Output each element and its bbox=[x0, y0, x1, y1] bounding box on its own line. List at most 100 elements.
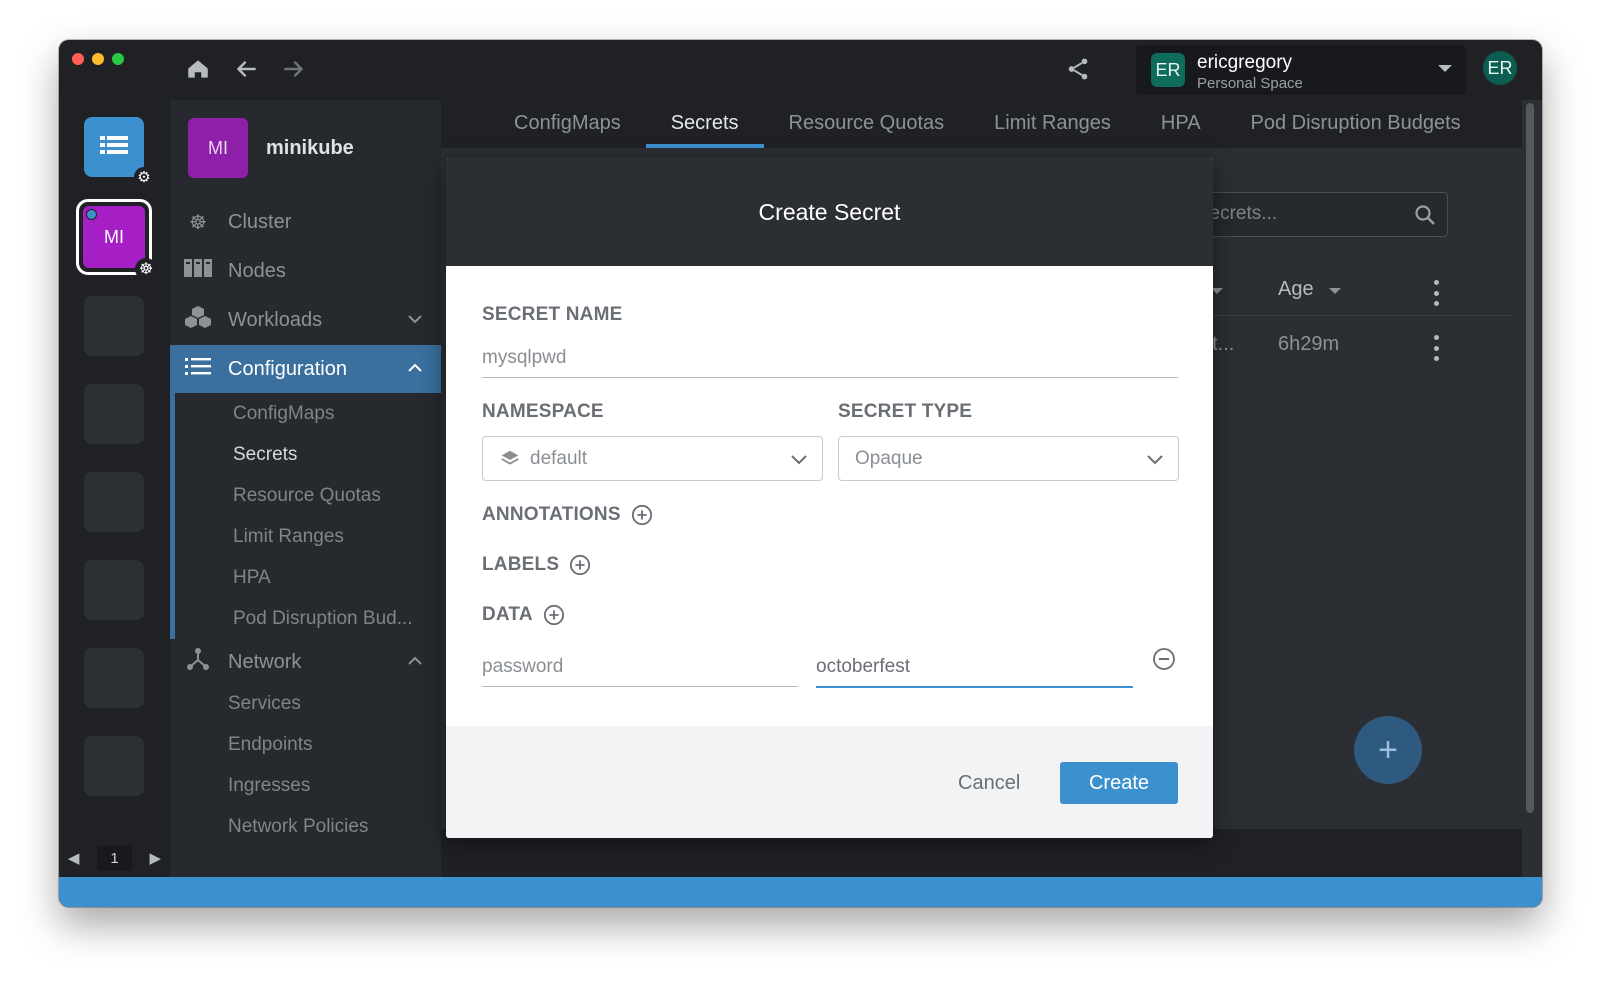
dialog-footer: Cancel Create bbox=[446, 726, 1213, 838]
dialog-title: Create Secret bbox=[446, 158, 1213, 266]
sidebar-item-nodes[interactable]: Nodes bbox=[170, 247, 441, 295]
sidebar-subitem-services[interactable]: Services bbox=[170, 683, 441, 724]
sidebar-item-label: Network bbox=[228, 650, 302, 673]
space-name: ericgregory bbox=[1197, 52, 1293, 73]
search-icon bbox=[1415, 205, 1435, 225]
secret-type-value: Opaque bbox=[855, 447, 923, 469]
maximize-window-button[interactable] bbox=[112, 53, 124, 65]
network-submenu: Services Endpoints Ingresses Network Pol… bbox=[170, 683, 441, 847]
table-cell-age: 6h29m bbox=[1278, 333, 1340, 355]
list-icon bbox=[184, 356, 212, 382]
data-section: DATA bbox=[482, 604, 565, 626]
page-number: 1 bbox=[97, 845, 132, 871]
tab-secrets[interactable]: Secrets bbox=[645, 100, 764, 148]
sidebar-item-label: Nodes bbox=[228, 259, 286, 282]
annotations-section: ANNOTATIONS bbox=[482, 504, 653, 526]
sidebar-item-label: Cluster bbox=[228, 210, 292, 233]
sort-caret-icon[interactable] bbox=[1329, 288, 1341, 294]
sidebar-subitem-network-policies[interactable]: Network Policies bbox=[170, 806, 441, 847]
tab-configmaps[interactable]: ConfigMaps bbox=[489, 100, 646, 148]
sidebar-item-network[interactable]: Network bbox=[170, 638, 441, 686]
hotbar-empty-slot[interactable] bbox=[84, 736, 144, 796]
dialog-body: SECRET NAME NAMESPACE default SECRET TYP… bbox=[446, 266, 1213, 726]
add-label-icon[interactable] bbox=[569, 554, 591, 576]
chevron-down-icon bbox=[1147, 455, 1163, 465]
chevron-up-icon bbox=[408, 363, 422, 372]
hotbar-empty-slot[interactable] bbox=[84, 384, 144, 444]
sidebar-item-label: Workloads bbox=[228, 308, 323, 331]
sidebar-item-configuration[interactable]: Configuration bbox=[170, 345, 441, 393]
user-avatar[interactable]: ER bbox=[1483, 51, 1517, 85]
data-label: DATA bbox=[482, 604, 533, 625]
hotbar-empty-slot[interactable] bbox=[84, 296, 144, 356]
app-window: ER ericgregory Personal Space ER ⚙ MI ☸ bbox=[59, 40, 1542, 907]
close-window-button[interactable] bbox=[72, 53, 84, 65]
space-subtitle: Personal Space bbox=[1197, 75, 1303, 92]
cubes-icon bbox=[184, 305, 212, 335]
status-bar bbox=[59, 877, 1542, 907]
cluster-avatar[interactable]: MI bbox=[188, 118, 248, 178]
namespace-value: default bbox=[530, 447, 588, 469]
row-menu-icon[interactable] bbox=[1432, 335, 1440, 361]
annotations-label: ANNOTATIONS bbox=[482, 504, 621, 525]
remove-data-icon[interactable] bbox=[1152, 647, 1176, 671]
add-annotation-icon[interactable] bbox=[631, 504, 653, 526]
column-menu-icon[interactable] bbox=[1432, 280, 1440, 306]
namespace-select[interactable]: default bbox=[482, 436, 823, 481]
labels-section: LABELS bbox=[482, 554, 591, 576]
create-secret-dialog: Create Secret SECRET NAME NAMESPACE defa… bbox=[446, 158, 1213, 838]
chevron-down-icon bbox=[408, 315, 422, 324]
hotbar-empty-slot[interactable] bbox=[84, 648, 144, 708]
sidebar-subitem-secrets[interactable]: Secrets bbox=[175, 434, 441, 475]
hotbar-cluster-initials: MI bbox=[104, 226, 124, 247]
hotbar-empty-slot[interactable] bbox=[84, 472, 144, 532]
data-value-input[interactable] bbox=[816, 656, 1133, 688]
add-secret-button[interactable]: + bbox=[1354, 716, 1422, 784]
sidebar-subitem-pod-disruption-budgets[interactable]: Pod Disruption Bud... bbox=[175, 598, 441, 639]
tab-resource-quotas[interactable]: Resource Quotas bbox=[764, 100, 970, 148]
sidebar-subitem-endpoints[interactable]: Endpoints bbox=[170, 724, 441, 765]
sidebar-subitem-limit-ranges[interactable]: Limit Ranges bbox=[175, 516, 441, 557]
minimize-window-button[interactable] bbox=[92, 53, 104, 65]
tab-limit-ranges[interactable]: Limit Ranges bbox=[969, 100, 1136, 148]
back-arrow-icon[interactable] bbox=[231, 54, 261, 84]
next-page-icon[interactable]: ▶ bbox=[150, 849, 162, 867]
namespace-label: NAMESPACE bbox=[482, 401, 604, 422]
column-header-age[interactable]: Age bbox=[1278, 278, 1314, 301]
server-icon bbox=[184, 258, 212, 284]
space-selector[interactable]: ER ericgregory Personal Space bbox=[1136, 45, 1466, 95]
status-dot bbox=[86, 209, 97, 220]
scrollbar[interactable] bbox=[1526, 103, 1534, 813]
labels-label: LABELS bbox=[482, 554, 560, 575]
cancel-button[interactable]: Cancel bbox=[946, 762, 1032, 804]
gear-icon: ⚙ bbox=[134, 167, 154, 187]
sidebar-subitem-hpa[interactable]: HPA bbox=[175, 557, 441, 598]
hotbar-empty-slot[interactable] bbox=[84, 560, 144, 620]
sidebar-subitem-configmaps[interactable]: ConfigMaps bbox=[175, 393, 441, 434]
tab-pod-disruption-budgets[interactable]: Pod Disruption Budgets bbox=[1226, 100, 1486, 148]
sidebar-item-workloads[interactable]: Workloads bbox=[170, 296, 441, 344]
secret-type-select[interactable]: Opaque bbox=[838, 436, 1179, 481]
hotbar-cluster-minikube[interactable]: MI ☸ bbox=[76, 199, 157, 280]
prev-page-icon[interactable]: ◀ bbox=[68, 849, 80, 867]
create-button[interactable]: Create bbox=[1060, 762, 1178, 804]
title-bar: ER ericgregory Personal Space ER bbox=[59, 40, 1542, 100]
list-icon bbox=[100, 136, 128, 154]
forward-arrow-icon[interactable] bbox=[279, 54, 309, 84]
cluster-header: MI minikube bbox=[188, 118, 354, 178]
secret-name-input[interactable] bbox=[482, 347, 1178, 378]
home-icon[interactable] bbox=[183, 54, 213, 84]
space-avatar: ER bbox=[1151, 53, 1185, 87]
sidebar-subitem-resource-quotas[interactable]: Resource Quotas bbox=[175, 475, 441, 516]
share-icon[interactable] bbox=[1063, 54, 1093, 84]
sidebar-subitem-ingresses[interactable]: Ingresses bbox=[170, 765, 441, 806]
configuration-submenu: ConfigMaps Secrets Resource Quotas Limit… bbox=[170, 393, 441, 639]
network-icon bbox=[184, 647, 212, 677]
layers-icon bbox=[501, 450, 519, 465]
caret-down-icon bbox=[1438, 65, 1452, 72]
data-key-input[interactable] bbox=[482, 656, 798, 687]
add-data-icon[interactable] bbox=[543, 604, 565, 626]
tab-hpa[interactable]: HPA bbox=[1136, 100, 1226, 148]
catalog-button[interactable]: ⚙ bbox=[84, 117, 154, 187]
sidebar-item-cluster[interactable]: ☸ Cluster bbox=[170, 198, 441, 246]
